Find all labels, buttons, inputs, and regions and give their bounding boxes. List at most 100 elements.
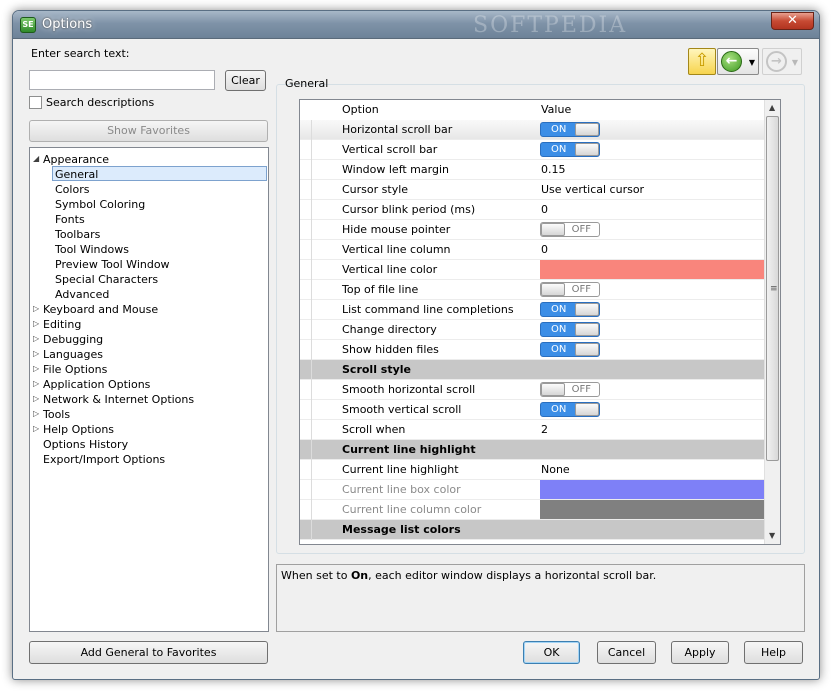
option-row[interactable]: Vertical line column 0 <box>300 240 766 260</box>
section-row[interactable]: Message list colors <box>300 520 766 540</box>
scroll-down-icon[interactable]: ▼ <box>769 531 775 540</box>
clear-button[interactable]: Clear <box>225 70 266 91</box>
up-arrow-icon[interactable]: ⇧ <box>688 48 716 75</box>
toggle-state: OFF <box>571 224 591 235</box>
expanded-arrow-icon[interactable]: ◢ <box>33 154 39 163</box>
option-value[interactable]: None <box>541 463 570 476</box>
option-row[interactable]: Hide mouse pointer OFF <box>300 220 766 240</box>
grid-scrollbar[interactable]: ▲ ≡ ▼ <box>764 100 780 544</box>
toggle-switch[interactable]: ON <box>540 142 600 157</box>
search-descriptions-checkbox[interactable] <box>29 96 42 109</box>
close-button[interactable]: ✕ <box>771 12 814 30</box>
help-button[interactable]: Help <box>744 641 803 664</box>
row-handle <box>300 300 312 320</box>
tree-item[interactable]: Debugging <box>43 332 103 347</box>
toggle-switch[interactable]: OFF <box>540 282 600 297</box>
tree-item[interactable]: Keyboard and Mouse <box>43 302 158 317</box>
collapsed-arrow-icon[interactable]: ▷ <box>33 379 39 388</box>
tree-item[interactable]: Special Characters <box>55 272 158 287</box>
scroll-up-icon[interactable]: ▲ <box>769 103 775 112</box>
tree-item[interactable]: Editing <box>43 317 81 332</box>
row-handle <box>300 360 312 380</box>
tree-item[interactable]: Tool Windows <box>55 242 129 257</box>
tree-item[interactable]: Colors <box>55 182 89 197</box>
collapsed-arrow-icon[interactable]: ▷ <box>33 364 39 373</box>
option-value[interactable]: Use vertical cursor <box>541 183 644 196</box>
collapsed-arrow-icon[interactable]: ▷ <box>33 304 39 313</box>
options-tree[interactable]: ◢ Appearance General Colors Symbol Coloring F… <box>29 147 269 632</box>
option-row[interactable]: Scroll when 2 <box>300 420 766 440</box>
toggle-switch[interactable]: ON <box>540 402 600 417</box>
collapsed-arrow-icon[interactable]: ▷ <box>33 349 39 358</box>
ok-button[interactable]: OK <box>523 641 580 664</box>
color-swatch[interactable] <box>540 260 766 279</box>
collapsed-arrow-icon[interactable]: ▷ <box>33 394 39 403</box>
toggle-switch[interactable]: ON <box>540 342 600 357</box>
tree-item[interactable]: Export/Import Options <box>43 452 165 467</box>
section-row[interactable]: Current line highlight <box>300 440 766 460</box>
option-row[interactable]: Cursor style Use vertical cursor <box>300 180 766 200</box>
search-label: Enter search text: <box>31 47 130 60</box>
tree-item[interactable]: Application Options <box>43 377 150 392</box>
row-handle <box>300 180 312 200</box>
tree-item[interactable]: Preview Tool Window <box>55 257 170 272</box>
section-row[interactable]: Scroll style <box>300 360 766 380</box>
option-value[interactable]: 2 <box>541 423 548 436</box>
tree-item[interactable]: Tools <box>43 407 70 422</box>
scrollbar-thumb[interactable]: ≡ <box>766 116 779 461</box>
option-row[interactable]: Top of file line OFF <box>300 280 766 300</box>
option-name: Current line box color <box>342 483 461 496</box>
tree-item[interactable]: File Options <box>43 362 107 377</box>
toggle-knob <box>575 123 599 136</box>
title-bar[interactable]: SE Options SOFTPEDIA ✕ <box>13 11 819 39</box>
option-name: Current line highlight <box>342 463 459 476</box>
toggle-switch[interactable]: ON <box>540 322 600 337</box>
tree-item[interactable]: Help Options <box>43 422 114 437</box>
option-row[interactable]: Current line box color <box>300 480 766 500</box>
softpedia-watermark: SOFTPEDIA <box>473 13 628 38</box>
toggle-knob <box>575 303 599 316</box>
add-to-favorites-button[interactable]: Add General to Favorites <box>29 641 268 664</box>
toggle-switch[interactable]: OFF <box>540 382 600 397</box>
forward-button[interactable]: → ▼ <box>762 48 802 75</box>
option-name: List command line completions <box>342 303 514 316</box>
tree-item[interactable]: Advanced <box>55 287 109 302</box>
tree-item[interactable]: Network & Internet Options <box>43 392 194 407</box>
tree-item[interactable]: Options History <box>43 437 128 452</box>
toggle-switch[interactable]: ON <box>540 302 600 317</box>
tree-item[interactable]: Appearance <box>43 152 109 167</box>
option-row[interactable]: Cursor blink period (ms) 0 <box>300 200 766 220</box>
tree-item[interactable]: Fonts <box>55 212 85 227</box>
tree-item[interactable]: Symbol Coloring <box>55 197 145 212</box>
option-value[interactable]: 0 <box>541 243 548 256</box>
color-swatch[interactable] <box>540 500 766 519</box>
option-row[interactable]: Change directory ON <box>300 320 766 340</box>
back-button[interactable]: ← ▼ <box>717 48 759 75</box>
tree-item[interactable]: Languages <box>43 347 103 362</box>
option-row[interactable]: Vertical scroll bar ON <box>300 140 766 160</box>
option-value[interactable]: 0 <box>541 203 548 216</box>
option-value[interactable]: 0.15 <box>541 163 566 176</box>
toggle-switch[interactable]: ON <box>540 122 600 137</box>
option-row[interactable]: Smooth horizontal scroll OFF <box>300 380 766 400</box>
collapsed-arrow-icon[interactable]: ▷ <box>33 334 39 343</box>
tree-item[interactable]: General <box>52 166 267 181</box>
option-row[interactable]: Current line column color <box>300 500 766 520</box>
option-row[interactable]: Window left margin 0.15 <box>300 160 766 180</box>
search-input[interactable] <box>29 70 215 90</box>
collapsed-arrow-icon[interactable]: ▷ <box>33 319 39 328</box>
option-row[interactable]: List command line completions ON <box>300 300 766 320</box>
color-swatch[interactable] <box>540 480 766 499</box>
option-row[interactable]: Current line highlight None <box>300 460 766 480</box>
apply-button[interactable]: Apply <box>671 641 729 664</box>
collapsed-arrow-icon[interactable]: ▷ <box>33 424 39 433</box>
collapsed-arrow-icon[interactable]: ▷ <box>33 409 39 418</box>
cancel-button[interactable]: Cancel <box>597 641 656 664</box>
option-row[interactable]: Horizontal scroll bar ON <box>300 120 766 140</box>
tree-item[interactable]: Toolbars <box>55 227 100 242</box>
option-row[interactable]: Show hidden files ON <box>300 340 766 360</box>
option-row[interactable]: Vertical line color <box>300 260 766 280</box>
show-favorites-button[interactable]: Show Favorites <box>29 120 268 142</box>
option-row[interactable]: Smooth vertical scroll ON <box>300 400 766 420</box>
toggle-switch[interactable]: OFF <box>540 222 600 237</box>
